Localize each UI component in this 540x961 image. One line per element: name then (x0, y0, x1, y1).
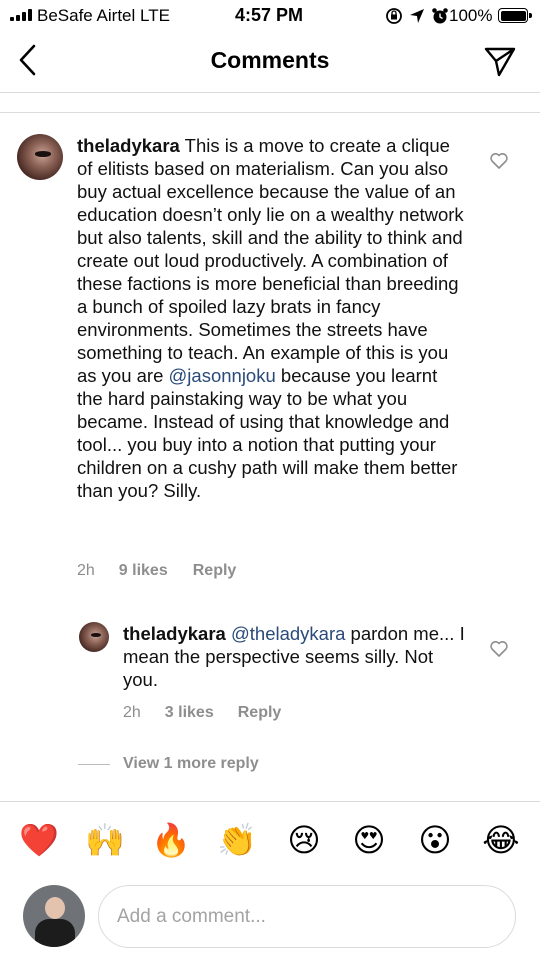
reply-likes-count[interactable]: 3 likes (165, 704, 214, 722)
comment-body: theladykara This is a move to create a c… (77, 134, 467, 502)
view-more-line (78, 763, 110, 765)
location-icon (410, 9, 424, 23)
emoji-clapping[interactable]: 👏 (217, 820, 257, 860)
likes-count[interactable]: 9 likes (119, 562, 168, 580)
reply-reply-button[interactable]: Reply (238, 704, 282, 722)
emoji-raising-hands[interactable]: 🙌 (85, 820, 125, 860)
status-icons (385, 7, 449, 25)
signal-icon (10, 9, 32, 21)
paper-plane-icon (484, 47, 516, 77)
emoji-fire[interactable]: 🔥 (151, 820, 191, 860)
emoji-heart[interactable]: ❤️ (19, 820, 59, 860)
rotation-lock-icon (386, 8, 402, 24)
status-bar: BeSafe Airtel LTE 4:57 PM 100% (0, 0, 540, 32)
header-divider (0, 92, 540, 93)
alarm-icon (432, 8, 448, 24)
emoji-crying[interactable]: 😢 (284, 820, 324, 860)
reply-like-heart-icon[interactable] (489, 639, 509, 659)
avatar[interactable] (17, 134, 63, 180)
like-heart-icon[interactable] (489, 151, 509, 171)
view-more-replies-button[interactable]: View 1 more reply (78, 755, 259, 773)
reply-button[interactable]: Reply (193, 562, 237, 580)
user-avatar (23, 885, 85, 947)
battery-percent: 100% (449, 6, 493, 25)
emoji-bar: ❤️ 🙌 🔥 👏 😢 😍 😮 😂 (0, 820, 540, 864)
reply-avatar[interactable] (79, 622, 109, 652)
comment-input[interactable] (117, 902, 497, 932)
caption-divider (0, 112, 540, 113)
share-button[interactable] (483, 44, 517, 78)
reply-mention-link[interactable]: @theladykara (231, 623, 345, 644)
clock: 4:57 PM (235, 5, 304, 25)
battery-icon (498, 8, 532, 23)
emoji-surprised[interactable]: 😮 (415, 820, 455, 860)
reply-meta: 2h 3 likes Reply (123, 704, 281, 722)
reply-body: theladykara @theladykara pardon me... I … (123, 622, 468, 691)
comment-text: This is a move to create a clique of eli… (77, 135, 464, 386)
header: Comments (0, 32, 540, 92)
mention-link[interactable]: @jasonnjoku (169, 365, 276, 386)
carrier-label: BeSafe Airtel LTE (37, 6, 170, 25)
page-title: Comments (210, 47, 330, 73)
emoji-heart-eyes[interactable]: 😍 (349, 820, 389, 860)
comment-time: 2h (77, 562, 95, 579)
comment-meta: 2h 9 likes Reply (77, 562, 236, 580)
emoji-laughing[interactable]: 😂 (481, 820, 521, 860)
emoji-bar-divider (0, 801, 540, 802)
reply-username[interactable]: theladykara (123, 623, 226, 644)
view-more-label: View 1 more reply (123, 755, 259, 772)
comment-input-box[interactable] (98, 885, 516, 948)
reply-time: 2h (123, 704, 141, 721)
comment-username[interactable]: theladykara (77, 135, 180, 156)
